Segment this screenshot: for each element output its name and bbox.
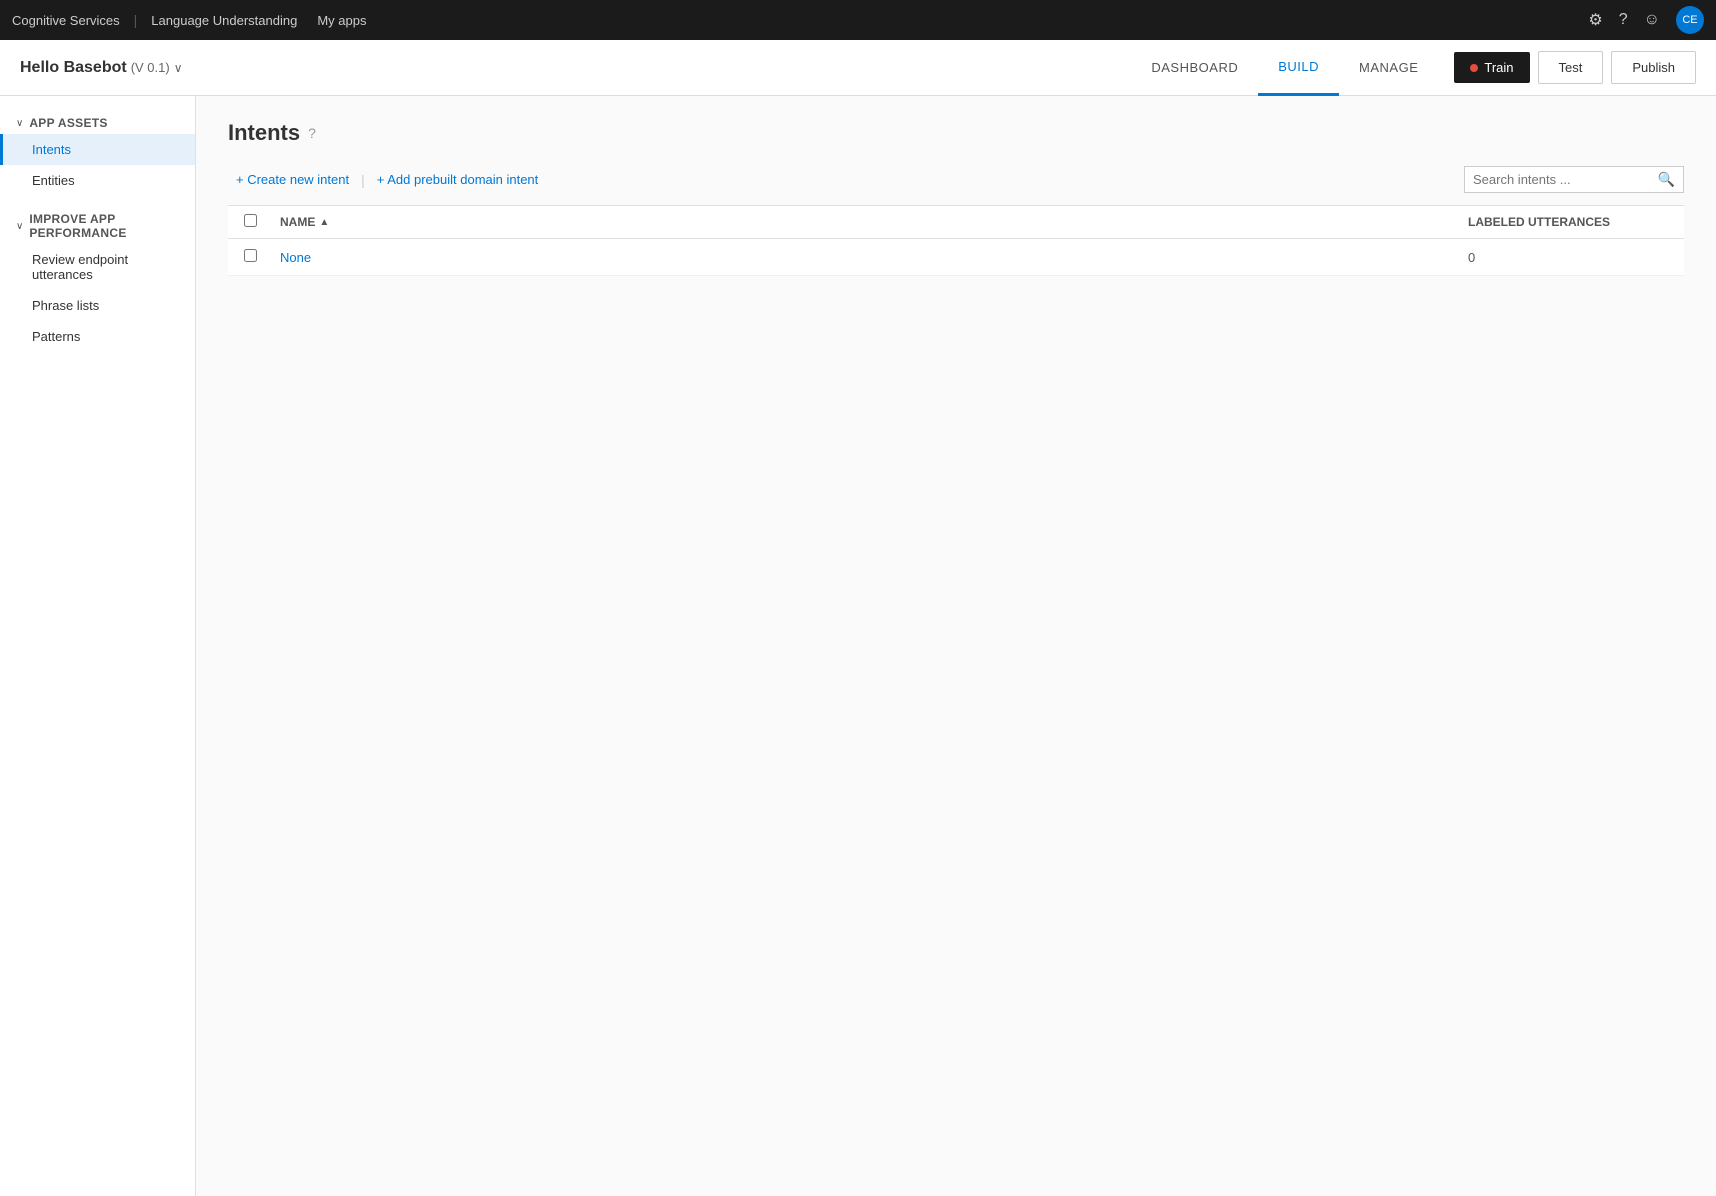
header-nav: DASHBOARD BUILD MANAGE Train Test Publis… — [1131, 40, 1696, 96]
sidebar-item-intents[interactable]: Intents — [0, 134, 195, 165]
app-version-chevron[interactable]: ∨ — [174, 61, 183, 75]
topbar-icons: ⚙ ? ☺ CE — [1588, 6, 1704, 34]
train-button[interactable]: Train — [1454, 52, 1529, 83]
row-check — [244, 249, 280, 265]
nav-dashboard[interactable]: DASHBOARD — [1131, 40, 1258, 96]
search-input[interactable] — [1473, 172, 1654, 187]
sidebar: ∨ App Assets Intents Entities ∨ Improve … — [0, 96, 196, 1196]
page-title: Intents — [228, 120, 300, 146]
settings-icon[interactable]: ⚙ — [1588, 10, 1602, 30]
app-assets-chevron: ∨ — [16, 118, 23, 129]
app-assets-label: App Assets — [29, 116, 107, 130]
main-content: Intents ? + Create new intent | + Add pr… — [196, 96, 1716, 1196]
nav-manage[interactable]: MANAGE — [1339, 40, 1438, 96]
train-dot — [1470, 64, 1478, 72]
row-utterances: 0 — [1468, 250, 1668, 265]
create-intent-button[interactable]: + Create new intent — [228, 168, 357, 191]
col-name-sort-icon: ▲ — [319, 217, 329, 228]
publish-button[interactable]: Publish — [1611, 51, 1696, 84]
app-version: (V 0.1) — [131, 60, 170, 75]
smiley-icon[interactable]: ☺ — [1644, 11, 1660, 29]
improve-label: Improve app performance — [29, 212, 179, 240]
avatar[interactable]: CE — [1676, 6, 1704, 34]
row-name: None — [280, 250, 1468, 265]
col-check-header — [244, 214, 280, 230]
topbar-app: Language Understanding — [151, 13, 297, 28]
topbar: Cognitive Services | Language Understand… — [0, 0, 1716, 40]
topbar-brand: Cognitive Services — [12, 13, 120, 28]
train-label: Train — [1484, 60, 1513, 75]
sidebar-section-improve[interactable]: ∨ Improve app performance — [0, 204, 195, 244]
layout: ∨ App Assets Intents Entities ∨ Improve … — [0, 96, 1716, 1196]
test-button[interactable]: Test — [1538, 51, 1604, 84]
app-name: Hello Basebot — [20, 59, 127, 77]
toolbar: + Create new intent | + Add prebuilt dom… — [228, 166, 1684, 206]
toolbar-separator: | — [361, 172, 365, 188]
col-name-label: Name — [280, 215, 315, 229]
col-name-header[interactable]: Name ▲ — [280, 215, 1468, 229]
row-checkbox[interactable] — [244, 249, 257, 262]
sidebar-item-review[interactable]: Review endpoint utterances — [0, 244, 195, 290]
improve-chevron: ∨ — [16, 221, 23, 232]
sidebar-item-patterns[interactable]: Patterns — [0, 321, 195, 352]
header: Hello Basebot (V 0.1) ∨ DASHBOARD BUILD … — [0, 40, 1716, 96]
topbar-divider: | — [134, 12, 138, 28]
col-utterances-label: Labeled Utterances — [1468, 215, 1610, 229]
page-title-help-icon[interactable]: ? — [308, 125, 316, 141]
intent-link[interactable]: None — [280, 250, 311, 265]
topbar-myapps[interactable]: My apps — [317, 13, 366, 28]
add-prebuilt-button[interactable]: + Add prebuilt domain intent — [369, 168, 547, 191]
search-icon: 🔍 — [1658, 171, 1675, 188]
col-utterances-header: Labeled Utterances — [1468, 215, 1668, 229]
select-all-checkbox[interactable] — [244, 214, 257, 227]
search-box: 🔍 — [1464, 166, 1684, 193]
page-title-row: Intents ? — [228, 120, 1684, 146]
table-header: Name ▲ Labeled Utterances — [228, 206, 1684, 239]
sidebar-item-phrase-lists[interactable]: Phrase lists — [0, 290, 195, 321]
table-row: None 0 — [228, 239, 1684, 276]
nav-build[interactable]: BUILD — [1258, 40, 1339, 96]
sidebar-section-app-assets[interactable]: ∨ App Assets — [0, 108, 195, 134]
sidebar-item-entities[interactable]: Entities — [0, 165, 195, 196]
help-icon[interactable]: ? — [1619, 11, 1628, 29]
